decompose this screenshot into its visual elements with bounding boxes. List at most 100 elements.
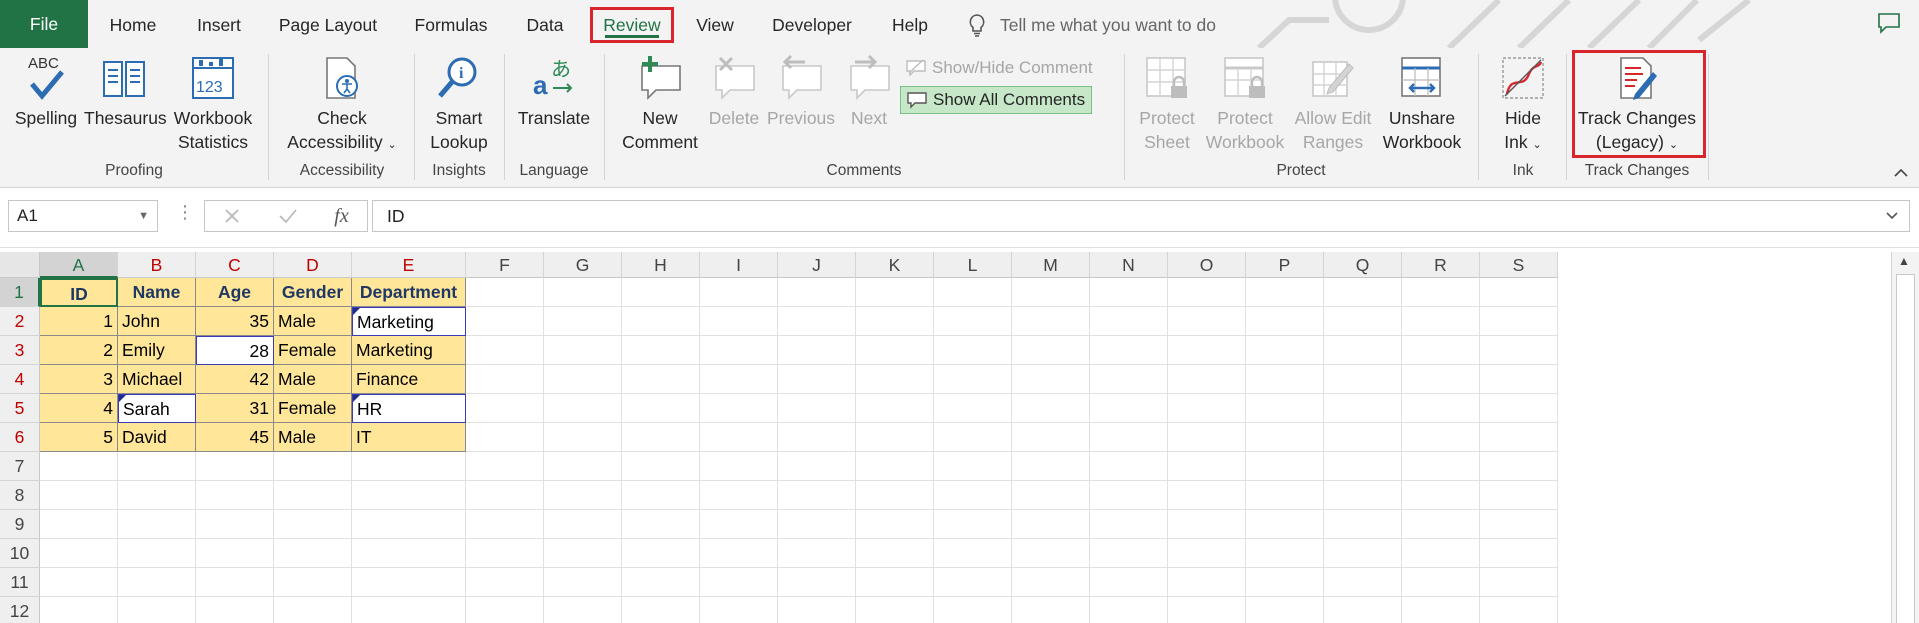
cell-empty[interactable] — [934, 278, 1012, 307]
table-cell[interactable]: IT — [352, 423, 466, 452]
cell-empty[interactable] — [1480, 452, 1558, 481]
tell-me-search[interactable]: Tell me what you want to do — [968, 11, 1216, 39]
table-header-cell[interactable]: ID — [40, 278, 118, 307]
cell-empty[interactable] — [118, 568, 196, 597]
row-header-7[interactable]: 7 — [0, 452, 40, 481]
comment-indicator-icon[interactable] — [119, 395, 126, 402]
cell-empty[interactable] — [466, 423, 544, 452]
cell-empty[interactable] — [700, 452, 778, 481]
smart-lookup-button[interactable]: i Smart Lookup — [422, 54, 496, 154]
tab-insert[interactable]: Insert — [182, 7, 256, 43]
table-cell[interactable]: Michael — [118, 365, 196, 394]
cell-empty[interactable] — [544, 307, 622, 336]
cell-empty[interactable] — [778, 336, 856, 365]
cell-empty[interactable] — [196, 481, 274, 510]
table-cell[interactable]: Marketing — [352, 307, 466, 336]
cell-empty[interactable] — [700, 510, 778, 539]
tab-view[interactable]: View — [688, 7, 742, 43]
cell-empty[interactable] — [700, 597, 778, 623]
spelling-button[interactable]: ABC Spelling — [12, 54, 80, 130]
cell-empty[interactable] — [934, 568, 1012, 597]
cell-empty[interactable] — [466, 365, 544, 394]
cell-empty[interactable] — [466, 568, 544, 597]
cell-empty[interactable] — [1012, 336, 1090, 365]
table-header-cell[interactable]: Age — [196, 278, 274, 307]
cell-empty[interactable] — [466, 510, 544, 539]
cell-empty[interactable] — [1090, 568, 1168, 597]
column-header-g[interactable]: G — [544, 252, 622, 278]
cell-empty[interactable] — [1246, 539, 1324, 568]
cell-empty[interactable] — [544, 423, 622, 452]
cell-empty[interactable] — [856, 278, 934, 307]
cell-empty[interactable] — [622, 597, 700, 623]
cell-empty[interactable] — [466, 481, 544, 510]
cell-empty[interactable] — [1402, 539, 1480, 568]
cell-empty[interactable] — [352, 481, 466, 510]
cell-empty[interactable] — [274, 481, 352, 510]
cell-empty[interactable] — [466, 539, 544, 568]
cell-empty[interactable] — [1402, 336, 1480, 365]
vertical-scrollbar[interactable]: ▲ — [1891, 252, 1919, 623]
unshare-workbook-button[interactable]: Unshare Workbook — [1378, 54, 1466, 154]
cell-empty[interactable] — [1402, 597, 1480, 623]
cell-empty[interactable] — [1402, 423, 1480, 452]
scroll-up-icon[interactable]: ▲ — [1898, 254, 1910, 268]
cell-empty[interactable] — [856, 394, 934, 423]
table-cell[interactable]: Male — [274, 307, 352, 336]
cell-empty[interactable] — [934, 336, 1012, 365]
cell-empty[interactable] — [934, 423, 1012, 452]
row-header-11[interactable]: 11 — [0, 568, 40, 597]
show-hide-comment-button[interactable]: Show/Hide Comment — [900, 54, 1099, 82]
column-header-n[interactable]: N — [1090, 252, 1168, 278]
cell-empty[interactable] — [1324, 597, 1402, 623]
comment-indicator-icon[interactable] — [353, 308, 360, 315]
cell-empty[interactable] — [934, 539, 1012, 568]
cell-empty[interactable] — [1480, 278, 1558, 307]
table-cell[interactable]: Sarah — [118, 394, 196, 423]
cell-empty[interactable] — [1480, 307, 1558, 336]
cell-empty[interactable] — [40, 539, 118, 568]
cell-empty[interactable] — [700, 336, 778, 365]
table-header-cell[interactable]: Department — [352, 278, 466, 307]
cell-empty[interactable] — [274, 597, 352, 623]
row-header-5[interactable]: 5 — [0, 394, 40, 423]
cell-empty[interactable] — [1246, 278, 1324, 307]
check-accessibility-button[interactable]: Check Accessibility ⌄ — [280, 54, 404, 157]
column-header-c[interactable]: C — [196, 252, 274, 278]
delete-comment-button[interactable]: Delete — [706, 54, 762, 130]
cell-empty[interactable] — [1168, 307, 1246, 336]
cell-empty[interactable] — [700, 278, 778, 307]
table-cell[interactable]: Male — [274, 365, 352, 394]
cell-empty[interactable] — [1012, 452, 1090, 481]
tab-file[interactable]: File — [0, 0, 88, 48]
cell-empty[interactable] — [466, 278, 544, 307]
cell-empty[interactable] — [934, 510, 1012, 539]
table-cell[interactable]: 3 — [40, 365, 118, 394]
cell-empty[interactable] — [40, 597, 118, 623]
next-comment-button[interactable]: Next — [838, 54, 900, 130]
cell-empty[interactable] — [1402, 481, 1480, 510]
cell-empty[interactable] — [1402, 394, 1480, 423]
cell-empty[interactable] — [856, 481, 934, 510]
table-cell[interactable]: Male — [274, 423, 352, 452]
column-header-d[interactable]: D — [274, 252, 352, 278]
cell-empty[interactable] — [466, 452, 544, 481]
table-cell[interactable]: 4 — [40, 394, 118, 423]
cell-empty[interactable] — [1168, 394, 1246, 423]
cell-empty[interactable] — [1090, 423, 1168, 452]
hide-ink-button[interactable]: Hide Ink ⌄ — [1488, 54, 1558, 157]
cell-empty[interactable] — [1324, 394, 1402, 423]
cell-empty[interactable] — [778, 568, 856, 597]
cell-empty[interactable] — [1012, 481, 1090, 510]
cell-empty[interactable] — [1480, 336, 1558, 365]
cell-empty[interactable] — [1012, 568, 1090, 597]
row-header-8[interactable]: 8 — [0, 481, 40, 510]
cell-empty[interactable] — [1246, 307, 1324, 336]
cell-empty[interactable] — [778, 510, 856, 539]
cell-empty[interactable] — [1012, 278, 1090, 307]
cell-empty[interactable] — [1168, 278, 1246, 307]
table-cell[interactable]: 2 — [40, 336, 118, 365]
cell-empty[interactable] — [1090, 539, 1168, 568]
cell-empty[interactable] — [1090, 336, 1168, 365]
cell-empty[interactable] — [352, 597, 466, 623]
